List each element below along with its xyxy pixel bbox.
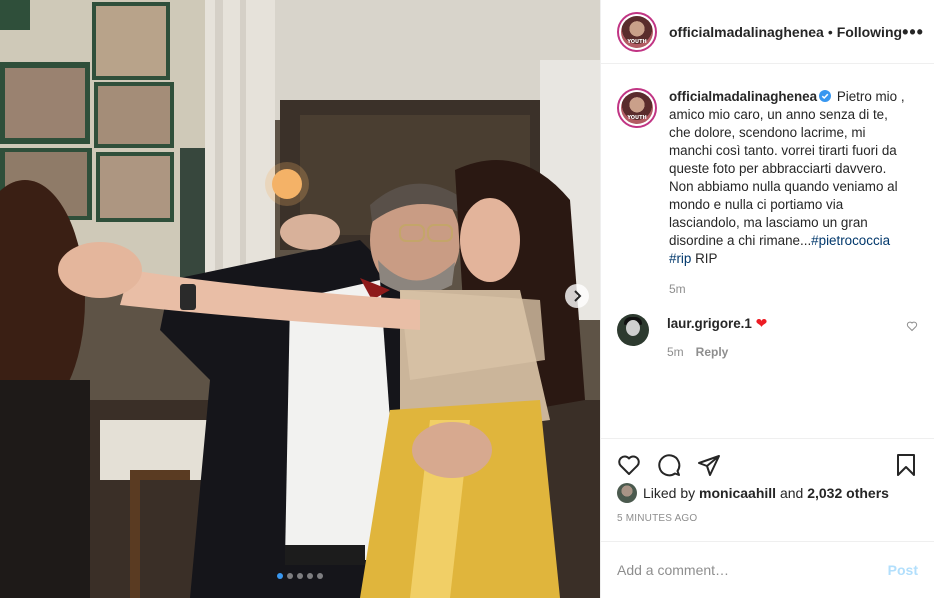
post-header: YOUTH officialmadalinaghenea • Following… [601,0,934,64]
save-button[interactable] [894,453,918,477]
caption-avatar[interactable]: YOUTH [617,88,657,128]
hashtag-link[interactable]: #pietrococcia [811,233,890,248]
comment-heart-icon[interactable] [906,320,918,332]
post-photo[interactable] [0,0,600,598]
comment-text: laur.grigore.1 ❤ [667,314,767,333]
comment-timestamp[interactable]: 5m [667,345,684,359]
caption-text: officialmadalinaghenea Pietro mio , amic… [669,88,909,268]
next-image-button[interactable] [565,284,589,308]
carousel-dot [317,573,323,579]
caption-timestamp[interactable]: 5m [669,282,909,296]
likes-prefix: Liked by [643,485,696,501]
post-actions-section: Liked by monicaahill and 2,032 others 5 … [601,438,934,524]
chevron-right-icon [574,290,582,302]
liker-username[interactable]: monicaahill [699,485,776,501]
caption-tail: RIP [695,251,718,266]
post-comment-button[interactable]: Post [888,562,918,578]
commenter-avatar[interactable] [617,314,649,346]
likes-summary: Liked by monicaahill and 2,032 others [617,483,918,503]
author-username[interactable]: officialmadalinaghenea [669,24,824,40]
red-heart-emoji: ❤ [755,315,768,331]
heart-icon [618,455,640,475]
comment-meta: 5m Reply [667,345,767,359]
add-comment-bar: Post [601,541,934,598]
following-button[interactable]: Following [837,24,902,40]
comments-list[interactable]: YOUTH officialmadalinaghenea Pietro mio … [601,64,934,435]
share-button[interactable] [697,453,721,477]
post-timestamp[interactable]: 5 MINUTES AGO [617,513,918,524]
caption-username[interactable]: officialmadalinaghenea [669,89,817,104]
post-side-panel: YOUTH officialmadalinaghenea • Following… [600,0,934,598]
carousel-indicator [0,573,600,579]
likes-others-count[interactable]: 2,032 others [807,485,889,501]
comment-button[interactable] [657,453,681,477]
hashtag-link[interactable]: #rip [669,251,691,266]
comment-item: laur.grigore.1 ❤ 5m Reply [617,314,918,359]
more-options-icon[interactable]: ••• [902,23,924,41]
caption-body-text: Pietro mio , amico mio caro, un anno sen… [669,89,905,248]
carousel-dot [277,573,283,579]
comment-icon [658,454,681,477]
bookmark-icon [897,454,915,476]
photo-illustration [0,0,600,598]
header-separator: • [827,23,833,40]
carousel-dot [297,573,303,579]
liker-avatar[interactable] [617,483,637,503]
like-button[interactable] [617,453,641,477]
comment-input[interactable] [617,562,888,578]
reply-button[interactable]: Reply [696,345,729,359]
author-avatar[interactable]: YOUTH [617,11,657,52]
likes-and: and [779,485,804,501]
post-caption: YOUTH officialmadalinaghenea Pietro mio … [617,88,918,296]
avatar-tag: YOUTH [627,115,647,121]
carousel-dot [307,573,313,579]
carousel-dot [287,573,293,579]
share-icon [698,455,720,476]
verified-badge-icon [819,90,832,102]
commenter-username[interactable]: laur.grigore.1 [667,316,752,331]
avatar-tag: YOUTH [627,38,647,45]
